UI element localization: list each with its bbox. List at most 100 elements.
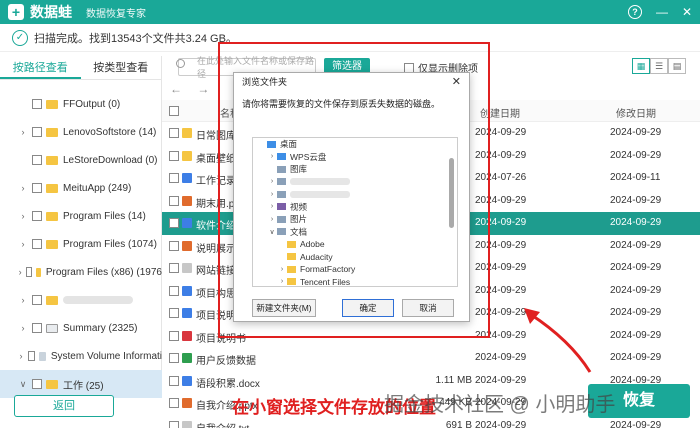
chevron-icon[interactable]: › — [18, 351, 24, 361]
doc-file-icon — [182, 285, 192, 296]
tree-checkbox[interactable] — [32, 239, 42, 249]
file-created: 2024-09-29 — [475, 419, 527, 428]
file-checkbox[interactable] — [169, 285, 179, 296]
tree-item-label: Program Files (1074) — [63, 238, 157, 250]
left-panel: 按路径查看 按类型查看 FFOutput (0) › LenovoSoftstore… — [0, 56, 162, 398]
app-logo: + 数据蛙 — [8, 2, 72, 22]
detail-view-icon[interactable]: ▤ — [668, 58, 686, 74]
tree-item-label: Program Files (x86) (1976 — [45, 266, 162, 278]
forward-arrow-icon[interactable]: → — [197, 82, 209, 96]
tree-item-label: Program Files (14) — [63, 210, 146, 222]
file-modified: 2024-09-11 — [610, 172, 661, 183]
tree-item[interactable]: › Program Files (14) — [0, 202, 162, 230]
file-checkbox[interactable] — [169, 308, 179, 318]
folder-icon — [46, 239, 58, 249]
file-modified: 2024-09-29 — [610, 194, 662, 206]
folder-file-icon — [182, 128, 192, 138]
tree-checkbox[interactable] — [32, 99, 42, 109]
close-icon[interactable]: ✕ — [682, 5, 692, 19]
tree-item[interactable]: › LenovoSoftstore (14) — [0, 118, 162, 146]
back-button[interactable]: 返回 — [14, 395, 114, 417]
tree-checkbox[interactable] — [32, 211, 42, 221]
file-checkbox[interactable] — [169, 128, 179, 138]
chevron-icon[interactable]: › — [18, 267, 22, 277]
tree-item[interactable]: LeStoreDownload (0) — [0, 146, 162, 174]
file-checkbox[interactable] — [169, 173, 179, 183]
column-modified[interactable]: 修改日期 — [616, 105, 656, 120]
folder-icon — [46, 379, 58, 389]
tree-item[interactable]: FFOutput (0) — [0, 90, 162, 118]
chevron-icon[interactable]: › — [18, 323, 28, 333]
list-view-icon[interactable]: ☰ — [650, 58, 668, 74]
tree-item[interactable]: ∨ 工作 (25) — [0, 370, 162, 398]
tree-checkbox[interactable] — [32, 295, 42, 305]
watermark: 掘金技术社区 @ 小明助手 — [384, 394, 616, 416]
doc-file-icon — [182, 375, 192, 386]
chevron-icon[interactable]: › — [18, 211, 28, 221]
view-tabs: 按路径查看 按类型查看 — [0, 56, 161, 80]
pdf-file-icon — [182, 330, 192, 341]
tree-item[interactable]: › Summary (2325) — [0, 314, 162, 342]
tree-item[interactable]: › MeituApp (249) — [0, 174, 162, 202]
file-modified: 2024-09-29 — [610, 284, 662, 296]
tree-checkbox[interactable] — [32, 183, 42, 193]
folder-tree: FFOutput (0) › LenovoSoftstore (14) LeStore… — [0, 90, 162, 398]
chevron-icon[interactable]: › — [18, 127, 28, 137]
file-modified: 2024-09-29 — [610, 307, 662, 318]
grid-view-icon[interactable]: ▦ — [632, 58, 650, 74]
tree-checkbox[interactable] — [32, 155, 42, 165]
file-modified: 2024-09-29 — [610, 262, 662, 273]
chevron-icon[interactable]: › — [18, 295, 28, 305]
chevron-icon[interactable]: ∨ — [18, 379, 28, 390]
folder-file-icon — [182, 150, 192, 161]
folder-icon — [46, 295, 58, 305]
file-checkbox[interactable] — [169, 330, 179, 341]
tab-by-type[interactable]: 按类型查看 — [81, 56, 162, 79]
annotation-arrow-icon — [524, 308, 592, 373]
folder-icon — [46, 127, 58, 137]
chevron-icon[interactable]: › — [18, 239, 28, 249]
tree-item-label: LenovoSoftstore (14) — [63, 126, 157, 138]
back-arrow-icon[interactable]: ← — [170, 82, 182, 96]
tree-checkbox[interactable] — [26, 267, 32, 277]
tree-item[interactable]: › Program Files (1074) — [0, 230, 162, 258]
tree-item-label: LeStoreDownload (0) — [63, 154, 158, 166]
tree-checkbox[interactable] — [32, 323, 42, 333]
doc-file-icon — [182, 308, 192, 318]
tree-item[interactable]: › Program Files (x86) (1976 — [0, 258, 162, 286]
file-checkbox[interactable] — [169, 263, 179, 273]
tree-checkbox[interactable] — [27, 351, 35, 361]
folder-icon — [46, 155, 58, 165]
tree-item[interactable]: › — [0, 286, 162, 314]
file-modified: 2024-09-29 — [610, 239, 662, 251]
tree-item[interactable]: › System Volume Informati — [0, 342, 162, 370]
doc-file-icon — [182, 173, 192, 183]
help-icon[interactable]: ? — [627, 5, 642, 19]
tree-item-label: System Volume Informati — [50, 350, 162, 362]
tree-checkbox[interactable] — [32, 379, 42, 389]
file-checkbox[interactable] — [169, 398, 179, 408]
window-controls: ? — ✕ — [627, 0, 692, 24]
ppt-file-icon — [182, 398, 192, 408]
check-icon: ✓ — [12, 29, 28, 46]
file-checkbox[interactable] — [169, 218, 179, 228]
file-modified: 2024-09-29 — [610, 329, 662, 341]
file-checkbox[interactable] — [169, 375, 179, 386]
chevron-icon[interactable]: › — [18, 183, 28, 193]
file-checkbox[interactable] — [169, 240, 179, 251]
tree-checkbox[interactable] — [32, 127, 42, 137]
file-checkbox[interactable] — [169, 195, 179, 206]
file-checkbox[interactable] — [169, 150, 179, 161]
file-checkbox[interactable] — [169, 353, 179, 363]
file-name: 用户反馈数据 — [196, 356, 256, 367]
minimize-icon[interactable]: — — [656, 5, 668, 19]
file-size: 691 B — [445, 419, 472, 428]
xls-file-icon — [182, 353, 192, 363]
tab-by-path[interactable]: 按路径查看 — [0, 56, 81, 79]
tree-item-label: MeituApp (249) — [63, 182, 132, 194]
folder-icon — [46, 99, 58, 109]
file-row[interactable]: 用户反馈数据 2024-09-29 2024-09-29 — [162, 347, 700, 370]
app-name: 数据蛙 — [30, 4, 72, 20]
select-all-checkbox[interactable] — [169, 106, 179, 116]
file-checkbox[interactable] — [169, 420, 179, 428]
